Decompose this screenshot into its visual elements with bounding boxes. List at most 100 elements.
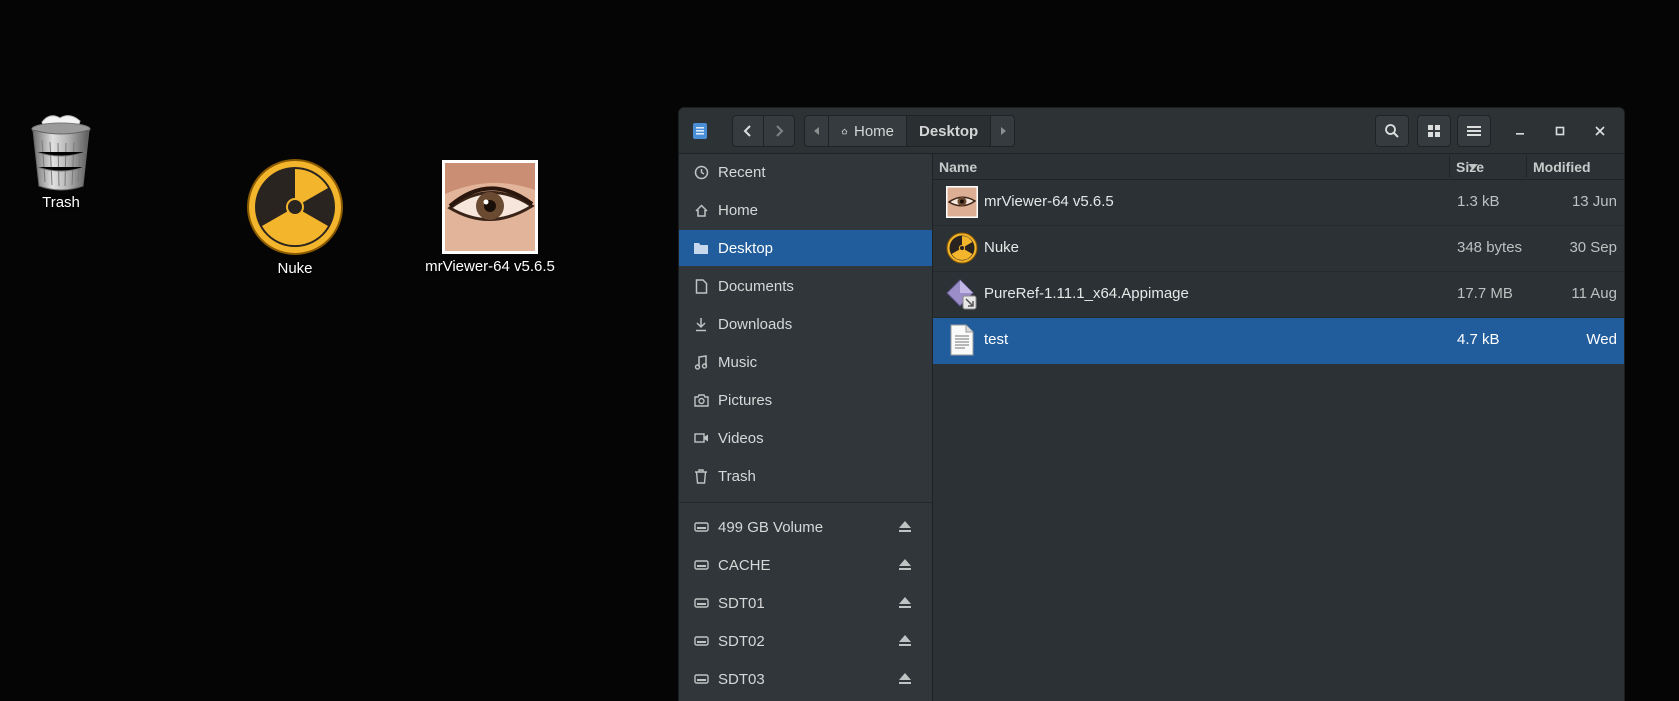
- sidebar-item-label: Music: [718, 353, 758, 371]
- close-button[interactable]: [1585, 116, 1615, 146]
- eject-icon[interactable]: [898, 633, 912, 647]
- sidebar-separator: [679, 502, 932, 503]
- file-size: 17.7 MB: [1457, 285, 1513, 302]
- drive-icon: [693, 557, 709, 573]
- grid-icon: [1428, 125, 1440, 137]
- file-manager-window: Home Desktop Recent Home Desktop Documen…: [678, 107, 1625, 701]
- folder-icon: [693, 240, 709, 256]
- file-row[interactable]: PureRef-1.11.1_x64.Appimage 17.7 MB 11 A…: [933, 272, 1624, 318]
- sidebar-item-downloads[interactable]: Downloads: [679, 306, 932, 342]
- file-name: mrViewer-64 v5.6.5: [984, 193, 1114, 210]
- column-modified-label: Modified: [1533, 158, 1591, 175]
- column-name-label: Name: [939, 158, 978, 175]
- column-modified[interactable]: Modified: [1527, 154, 1624, 179]
- sidebar-item-label: CACHE: [718, 556, 771, 574]
- appimage-icon: [946, 279, 977, 310]
- sidebar-item-music[interactable]: Music: [679, 344, 932, 380]
- search-icon: [1385, 124, 1399, 138]
- triangle-right-icon: [1001, 127, 1006, 135]
- document-icon: [693, 278, 709, 294]
- path-crumb-home[interactable]: Home: [829, 116, 907, 146]
- eject-icon[interactable]: [898, 595, 912, 609]
- sidebar-item-label: Pictures: [718, 391, 773, 409]
- eject-icon[interactable]: [898, 671, 912, 685]
- trash-bin-icon: [31, 115, 91, 191]
- path-crumb-desktop[interactable]: Desktop: [907, 116, 991, 146]
- download-icon: [693, 316, 709, 332]
- sidebar-item-label: Documents: [718, 277, 794, 295]
- file-name: test: [984, 331, 1009, 348]
- sidebar-item-label: Downloads: [718, 315, 793, 333]
- music-icon: [693, 354, 709, 370]
- file-name: PureRef-1.11.1_x64.Appimage: [984, 285, 1189, 302]
- column-name[interactable]: Name: [933, 154, 1490, 179]
- file-row[interactable]: Nuke 348 bytes 30 Sep: [933, 226, 1624, 272]
- sidebar-device-sdt02[interactable]: SDT02: [679, 623, 932, 659]
- maximize-button[interactable]: [1545, 116, 1575, 146]
- path-scroll-right[interactable]: [991, 116, 1015, 146]
- menu-button[interactable]: [1457, 115, 1491, 147]
- path-crumb-desktop-label: Desktop: [919, 122, 979, 140]
- chevron-right-icon: [776, 125, 784, 137]
- sidebar-device-sdt03[interactable]: SDT03: [679, 661, 932, 697]
- path-bar: Home Desktop: [804, 115, 1015, 147]
- eye-image-icon: [946, 186, 978, 218]
- sidebar-device-cache[interactable]: CACHE: [679, 547, 932, 583]
- files-app-icon: [693, 123, 707, 139]
- file-modified: 30 Sep: [1569, 239, 1617, 256]
- forward-button[interactable]: [763, 115, 795, 147]
- camera-icon: [693, 392, 709, 408]
- file-size: 1.3 kB: [1457, 193, 1500, 210]
- text-file-icon: [950, 324, 974, 356]
- maximize-icon: [1555, 126, 1565, 136]
- drive-icon: [693, 671, 709, 687]
- view-grid-button[interactable]: [1417, 115, 1451, 147]
- desktop-trash[interactable]: Trash: [22, 112, 100, 211]
- trash-icon: [693, 468, 709, 484]
- chevron-left-icon: [743, 125, 751, 137]
- minimize-button[interactable]: [1505, 116, 1535, 146]
- drive-icon: [693, 595, 709, 611]
- sidebar-item-desktop[interactable]: Desktop: [679, 230, 932, 266]
- back-button[interactable]: [732, 115, 764, 147]
- sidebar-item-label: 499 GB Volume: [718, 518, 824, 536]
- video-icon: [693, 430, 709, 446]
- file-size: 348 bytes: [1457, 239, 1523, 256]
- desktop-nuke[interactable]: Nuke: [240, 158, 350, 277]
- close-icon: [1595, 126, 1605, 136]
- desktop-mrviewer[interactable]: mrViewer-64 v5.6.5: [420, 160, 560, 275]
- eject-icon[interactable]: [898, 557, 912, 571]
- sidebar-item-home[interactable]: Home: [679, 192, 932, 228]
- home-icon: [693, 202, 709, 218]
- sidebar-item-documents[interactable]: Documents: [679, 268, 932, 304]
- clock-icon: [693, 164, 709, 180]
- file-list-view: Name Size Modified mrViewer-64 v5.6.5 1.…: [933, 154, 1624, 701]
- sidebar-item-label: Videos: [718, 429, 764, 447]
- triangle-left-icon: [813, 127, 819, 135]
- file-size: 4.7 kB: [1457, 331, 1500, 348]
- path-scroll-left[interactable]: [805, 116, 829, 146]
- sidebar-item-videos[interactable]: Videos: [679, 420, 932, 456]
- sidebar-item-label: SDT01: [718, 594, 765, 612]
- sidebar-item-label: Home: [718, 201, 759, 219]
- eject-icon[interactable]: [898, 519, 912, 533]
- places-sidebar: Recent Home Desktop Documents Downloads …: [679, 154, 933, 701]
- sidebar-item-trash[interactable]: Trash: [679, 458, 932, 494]
- sidebar-item-pictures[interactable]: Pictures: [679, 382, 932, 418]
- sidebar-item-label: SDT02: [718, 632, 765, 650]
- sidebar-device-sdt01[interactable]: SDT01: [679, 585, 932, 621]
- file-row[interactable]: mrViewer-64 v5.6.5 1.3 kB 13 Jun: [933, 180, 1624, 226]
- app-menu-button[interactable]: [687, 115, 713, 147]
- search-button[interactable]: [1375, 115, 1409, 147]
- path-crumb-home-label: Home: [853, 122, 894, 140]
- desktop-mrviewer-label: mrViewer-64 v5.6.5: [425, 258, 555, 275]
- sidebar-device-499gb[interactable]: 499 GB Volume: [679, 509, 932, 545]
- column-size[interactable]: Size: [1450, 154, 1526, 179]
- file-modified: Wed: [1586, 331, 1617, 348]
- desktop-trash-label: Trash: [42, 194, 80, 211]
- file-modified: 11 Aug: [1571, 285, 1617, 302]
- file-row-selected[interactable]: test 4.7 kB Wed: [933, 318, 1624, 364]
- sidebar-item-recent[interactable]: Recent: [679, 154, 932, 190]
- eye-image-icon: [442, 160, 538, 254]
- hamburger-icon: [1467, 126, 1481, 136]
